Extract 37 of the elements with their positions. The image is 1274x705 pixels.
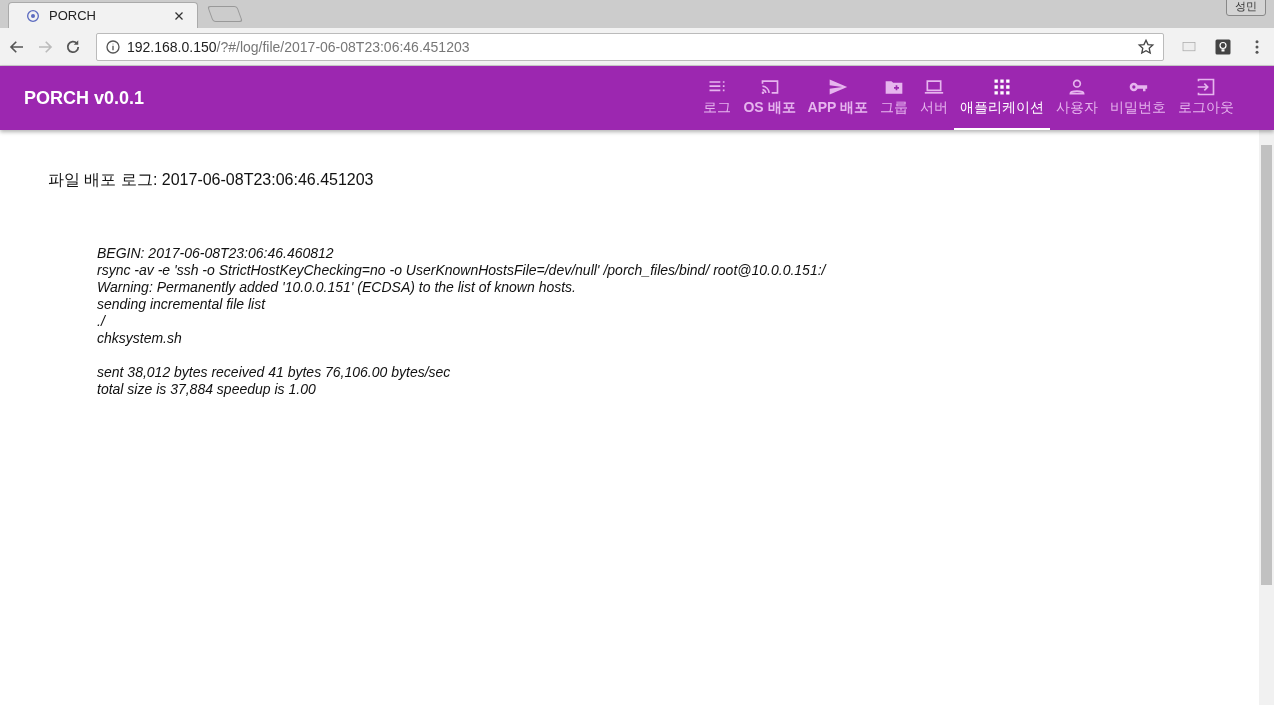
app-title: PORCH v0.0.1	[24, 87, 146, 109]
scrollbar-thumb[interactable]	[1261, 145, 1272, 585]
person-icon	[1067, 77, 1087, 97]
bulb-icon[interactable]	[1214, 37, 1232, 56]
nav-tab[interactable]: 로그	[697, 66, 738, 130]
profile-button[interactable]: 성민	[1226, 0, 1266, 16]
exit-icon	[1196, 77, 1216, 97]
nav-tab[interactable]: 로그아웃	[1172, 66, 1240, 130]
swirl-icon	[25, 7, 41, 24]
nav-tab[interactable]: 서버	[914, 66, 954, 130]
browser-tab[interactable]: PORCH	[8, 2, 198, 28]
log-line: rsync -av -e 'ssh -o StrictHostKeyChecking=no -o UserKnownHostsFile=/dev/null' /porch_files/bind/ root@10.0.0.151:/	[97, 262, 828, 279]
nav-tab[interactable]: 그룹	[874, 66, 914, 130]
page-heading: 파일 배포 로그: 2017-06-08T23:06:46.451203	[48, 170, 375, 190]
log-line: sent 38,012 bytes received 41 bytes 76,106.00 bytes/sec	[97, 364, 452, 381]
log-line: Warning: Permanently added '10.0.0.151' (ECDSA) to the list of known hosts.	[97, 279, 577, 296]
log-line: chksystem.sh	[97, 330, 183, 347]
log-line: total size is 37,884 speedup is 1.00	[97, 381, 317, 398]
laptop-icon	[924, 77, 944, 97]
nav-tab[interactable]: APP 배포	[801, 66, 874, 130]
log-line: ./	[97, 313, 107, 330]
send-icon	[827, 77, 848, 97]
info-icon[interactable]	[105, 38, 121, 55]
grid-icon	[992, 77, 1012, 97]
scrollbar[interactable]	[1259, 130, 1274, 705]
close-icon[interactable]	[173, 9, 185, 22]
url-text: 192.168.0.150/?#/log/file/2017-06-08T23:06:46.451203	[127, 38, 470, 55]
star-icon[interactable]	[1137, 37, 1155, 56]
address-bar[interactable]: 192.168.0.150/?#/log/file/2017-06-08T23:06:46.451203	[96, 32, 1164, 61]
nav-tab[interactable]: 사용자	[1050, 66, 1104, 130]
cast-icon	[759, 77, 780, 97]
nav-tab[interactable]: 애플리케이션	[954, 66, 1050, 130]
tab-title: PORCH	[49, 8, 97, 23]
log-line: BEGIN: 2017-06-08T23:06:46.460812	[97, 245, 335, 262]
log-line: sending incremental file list	[97, 296, 267, 313]
nav-tab[interactable]: 비밀번호	[1104, 66, 1172, 130]
nav-tab[interactable]: OS 배포	[737, 66, 802, 130]
